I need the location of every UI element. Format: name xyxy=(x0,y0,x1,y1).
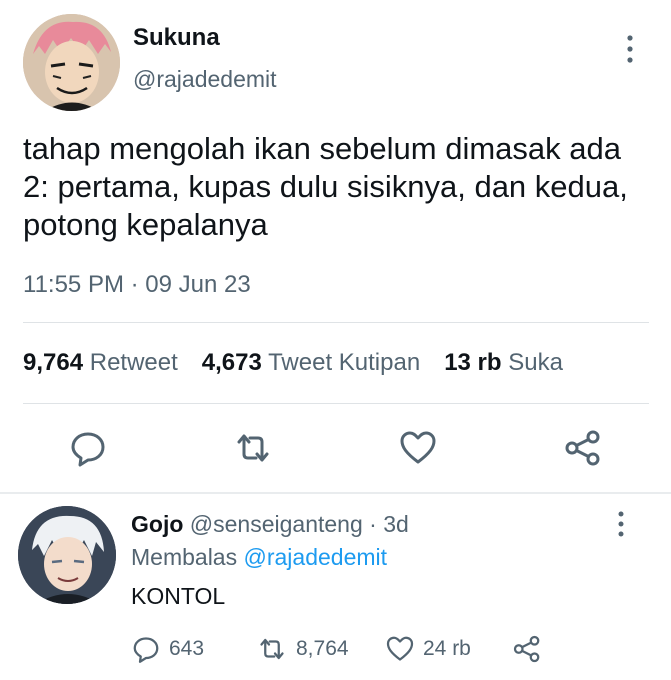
tweet-stats: 9,764 Retweet 4,673 Tweet Kutipan 13 rb … xyxy=(23,349,563,377)
quote-count: 4,673 xyxy=(201,349,262,376)
reply-age[interactable]: 3d xyxy=(383,511,409,537)
reply-icon[interactable] xyxy=(68,428,108,468)
reply-like-button[interactable]: 24 rb xyxy=(385,634,471,664)
reply-text: KONTOL xyxy=(131,583,226,609)
reply-like-count: 24 rb xyxy=(423,637,471,660)
tweet-timestamp[interactable]: 11:55 PM · 09 Jun 23 xyxy=(23,271,251,299)
like-icon xyxy=(386,636,414,661)
reply-reply-button[interactable]: 643 xyxy=(131,634,204,664)
share-icon[interactable] xyxy=(563,428,603,468)
more-options-icon[interactable] xyxy=(624,34,636,64)
like-count: 13 rb xyxy=(444,349,502,376)
reply-retweet-count: 8,764 xyxy=(296,637,349,660)
divider xyxy=(23,322,649,323)
quote-label: Tweet Kutipan xyxy=(268,349,421,376)
retweet-stat[interactable]: 9,764 Retweet xyxy=(23,349,178,377)
author-name[interactable]: Sukuna xyxy=(133,24,220,52)
tweet-text: tahap mengolah ikan sebelum dimasak ada … xyxy=(23,131,628,242)
reply-author-handle[interactable]: @senseiganteng xyxy=(190,511,363,537)
like-icon[interactable] xyxy=(398,428,438,468)
share-icon xyxy=(513,635,540,663)
retweet-icon[interactable] xyxy=(233,428,273,468)
meta-separator: · xyxy=(130,271,139,298)
quote-stat[interactable]: 4,673 Tweet Kutipan xyxy=(202,349,420,377)
retweet-count: 9,764 xyxy=(23,349,84,376)
reply-retweet-button[interactable]: 8,764 xyxy=(256,634,349,664)
reply-author-avatar[interactable] xyxy=(18,506,116,604)
reply-author-name[interactable]: Gojo xyxy=(131,511,183,537)
reply-icon xyxy=(133,637,159,663)
tweet-date: 09 Jun 23 xyxy=(145,271,251,298)
retweet-icon xyxy=(260,638,284,660)
reply-share-button[interactable] xyxy=(512,634,550,664)
tweet-time: 11:55 PM xyxy=(23,271,124,298)
author-avatar[interactable] xyxy=(23,14,120,111)
reply-more-options-icon[interactable] xyxy=(615,510,627,538)
section-separator xyxy=(0,492,671,494)
reply-separator: · xyxy=(369,511,377,537)
divider xyxy=(23,403,649,404)
like-stat[interactable]: 13 rb Suka xyxy=(444,349,563,377)
like-label: Suka xyxy=(508,349,563,376)
replying-to: Membalas @rajadedemit xyxy=(131,544,387,571)
retweet-label: Retweet xyxy=(89,349,178,376)
author-handle[interactable]: @rajadedemit xyxy=(133,66,277,93)
replying-to-handle[interactable]: @rajadedemit xyxy=(244,544,388,570)
reply-header: Gojo @senseiganteng · 3d xyxy=(131,511,409,538)
replying-label: Membalas xyxy=(131,544,238,570)
reply-reply-count: 643 xyxy=(169,637,205,660)
